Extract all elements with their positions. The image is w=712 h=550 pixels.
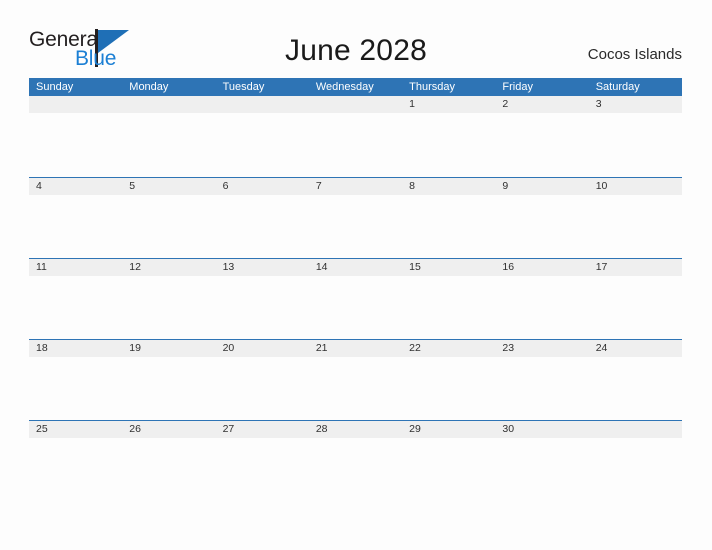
week-event-area[interactable]	[29, 276, 682, 338]
week-event-area[interactable]	[29, 195, 682, 257]
day-cell[interactable]: 19	[122, 340, 215, 357]
week-row: 1 2 3	[29, 96, 682, 177]
day-cell[interactable]: 30	[495, 421, 588, 438]
page-header: General Blue June 2028 Cocos Islands	[0, 0, 712, 76]
week-row: 25 26 27 28 29 30	[29, 420, 682, 501]
calendar-grid: Sunday Monday Tuesday Wednesday Thursday…	[29, 78, 682, 501]
day-cell[interactable]: 17	[589, 259, 682, 276]
day-cell[interactable]: 3	[589, 96, 682, 113]
week-dateband: 25 26 27 28 29 30	[29, 421, 682, 438]
day-cell[interactable]	[29, 96, 122, 113]
weekday-tuesday: Tuesday	[222, 81, 265, 93]
day-cell[interactable]: 13	[216, 259, 309, 276]
day-cell[interactable]: 18	[29, 340, 122, 357]
location-label: Cocos Islands	[587, 46, 682, 63]
calendar-page: General Blue June 2028 Cocos Islands Sun…	[0, 0, 712, 550]
weekday-wednesday: Wednesday	[315, 81, 374, 93]
day-cell[interactable]: 2	[495, 96, 588, 113]
weekday-header-row: Sunday Monday Tuesday Wednesday Thursday…	[29, 78, 682, 96]
day-cell[interactable]: 5	[122, 178, 215, 195]
day-cell[interactable]: 14	[309, 259, 402, 276]
day-cell[interactable]: 23	[495, 340, 588, 357]
week-event-area[interactable]	[29, 438, 682, 500]
day-cell[interactable]: 28	[309, 421, 402, 438]
day-cell[interactable]: 15	[402, 259, 495, 276]
day-cell[interactable]: 10	[589, 178, 682, 195]
week-event-area[interactable]	[29, 113, 682, 175]
week-dateband: 4 5 6 7 8 9 10	[29, 178, 682, 195]
day-cell[interactable]: 6	[216, 178, 309, 195]
day-cell[interactable]: 27	[216, 421, 309, 438]
day-cell[interactable]	[309, 96, 402, 113]
day-cell[interactable]: 26	[122, 421, 215, 438]
day-cell[interactable]: 11	[29, 259, 122, 276]
week-dateband: 11 12 13 14 15 16 17	[29, 259, 682, 276]
week-event-area[interactable]	[29, 357, 682, 419]
week-row: 18 19 20 21 22 23 24	[29, 339, 682, 420]
weekday-friday: Friday	[502, 81, 533, 93]
day-cell[interactable]: 16	[495, 259, 588, 276]
day-cell[interactable]: 9	[495, 178, 588, 195]
day-cell[interactable]: 25	[29, 421, 122, 438]
day-cell[interactable]: 7	[309, 178, 402, 195]
week-dateband: 1 2 3	[29, 96, 682, 113]
weekday-saturday: Saturday	[595, 81, 640, 93]
day-cell[interactable]	[216, 96, 309, 113]
day-cell[interactable]: 21	[309, 340, 402, 357]
day-cell[interactable]: 8	[402, 178, 495, 195]
day-cell[interactable]: 22	[402, 340, 495, 357]
week-dateband: 18 19 20 21 22 23 24	[29, 340, 682, 357]
weekday-sunday: Sunday	[36, 81, 74, 93]
day-cell[interactable]: 4	[29, 178, 122, 195]
day-cell[interactable]: 20	[216, 340, 309, 357]
day-cell[interactable]: 12	[122, 259, 215, 276]
week-row: 11 12 13 14 15 16 17	[29, 258, 682, 339]
day-cell[interactable]: 29	[402, 421, 495, 438]
weekday-thursday: Thursday	[409, 81, 455, 93]
week-row: 4 5 6 7 8 9 10	[29, 177, 682, 258]
day-cell[interactable]: 24	[589, 340, 682, 357]
weekday-monday: Monday	[129, 81, 169, 93]
day-cell[interactable]	[122, 96, 215, 113]
day-cell[interactable]	[589, 421, 682, 438]
day-cell[interactable]: 1	[402, 96, 495, 113]
